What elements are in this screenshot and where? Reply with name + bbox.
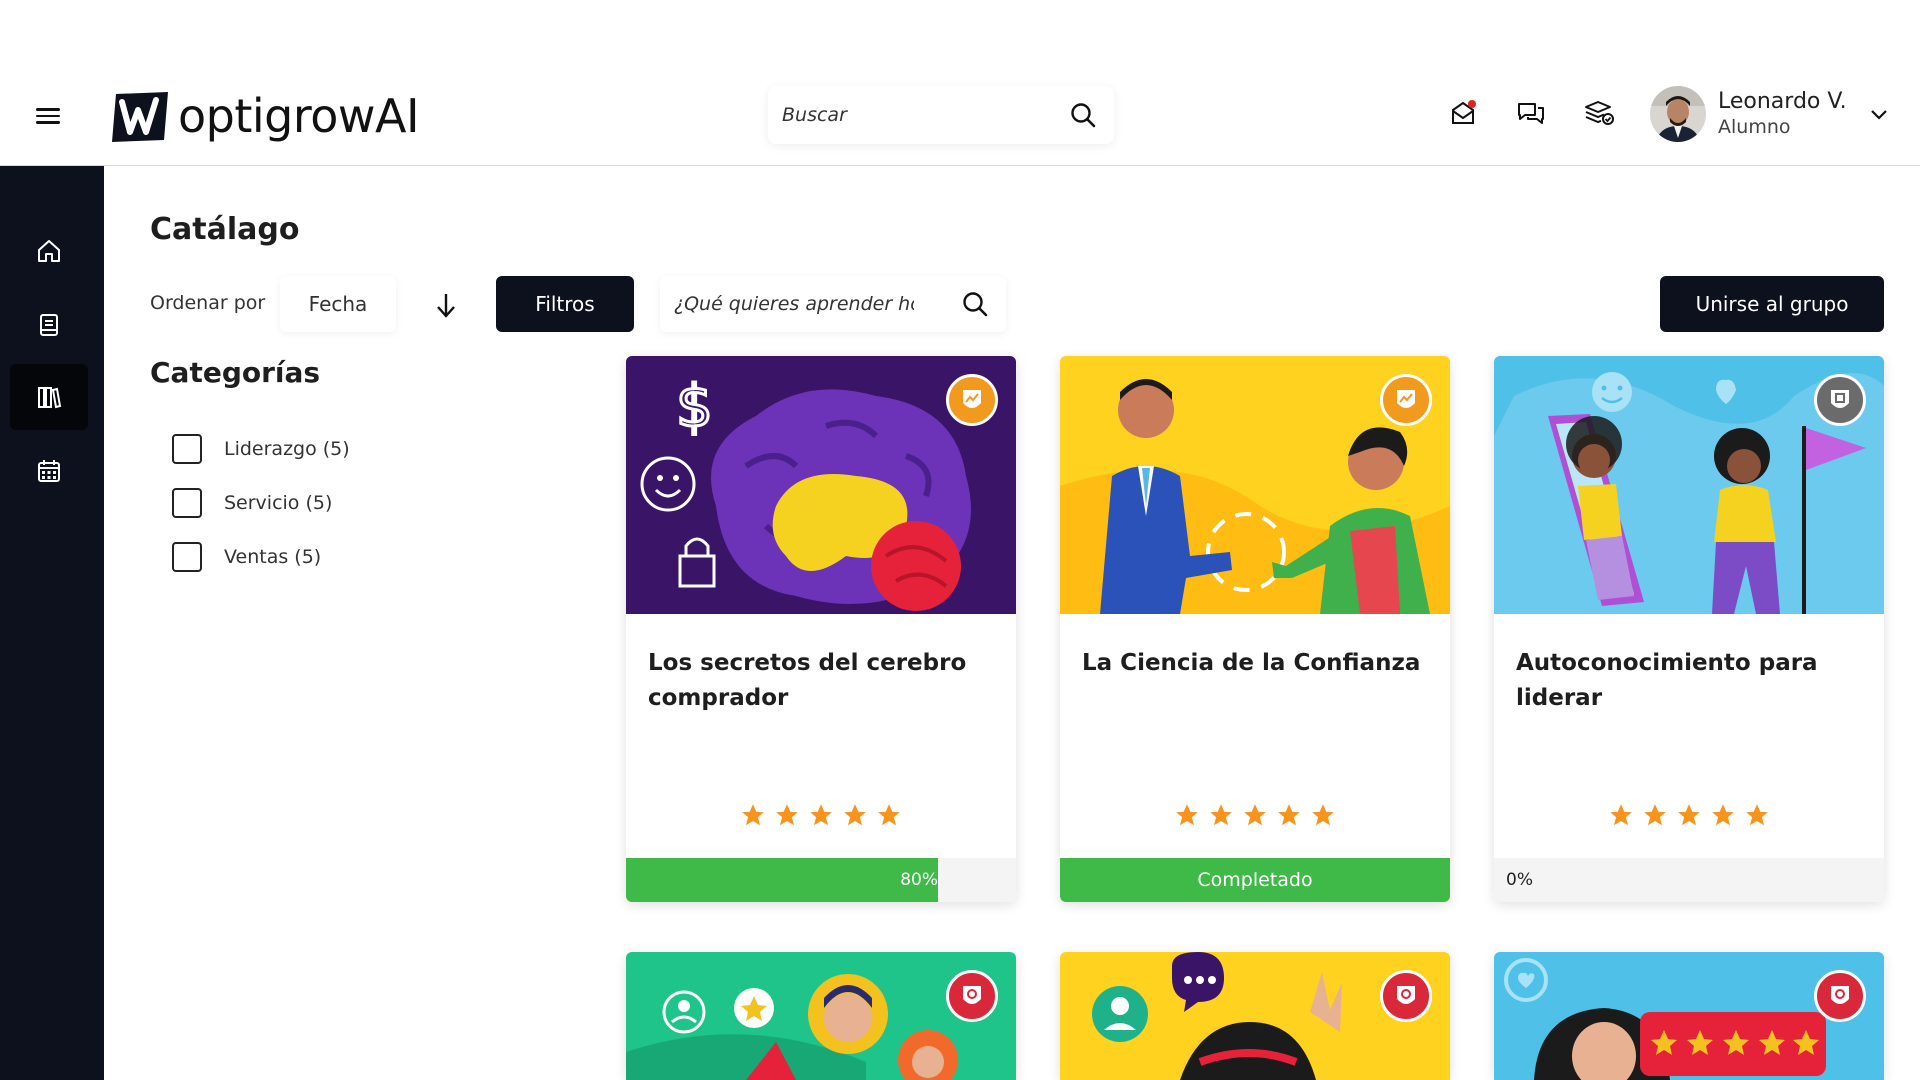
course-card[interactable]: Autoconocimiento para liderar 0% <box>1494 356 1884 902</box>
level-badge-icon <box>946 374 998 426</box>
sort-select[interactable]: Fecha <box>280 276 396 332</box>
logo[interactable]: optigrowAI <box>110 88 420 144</box>
progress-label: 80% <box>900 870 938 890</box>
star-icon <box>878 804 900 826</box>
star-icon <box>776 804 798 826</box>
global-search-input[interactable] <box>782 104 1066 126</box>
user-name: Leonardo V. <box>1718 89 1847 115</box>
search-icon[interactable] <box>958 287 992 321</box>
user-role: Alumno <box>1718 115 1791 138</box>
level-badge-icon <box>1814 374 1866 426</box>
course-card[interactable] <box>626 952 1016 1080</box>
category-item[interactable]: Ventas (5) <box>172 530 350 584</box>
level-badge-icon <box>1380 970 1432 1022</box>
sidebar-item-courses[interactable] <box>10 292 88 358</box>
course-thumbnail <box>1494 952 1884 1080</box>
star-icon <box>1176 804 1198 826</box>
avatar <box>1650 86 1706 142</box>
course-rating <box>1494 802 1884 828</box>
course-thumbnail: $ <box>626 356 1016 614</box>
search-icon[interactable] <box>1066 98 1100 132</box>
level-badge-icon <box>946 970 998 1022</box>
category-checkbox[interactable] <box>172 542 202 572</box>
course-progress-bar: 80% <box>626 858 1016 902</box>
category-item[interactable]: Liderazgo (5) <box>172 422 350 476</box>
user-menu[interactable]: Leonardo V. Alumno <box>1650 86 1889 142</box>
star-icon <box>844 804 866 826</box>
categories-title: Categorías <box>150 356 321 389</box>
star-icon <box>1712 804 1734 826</box>
svg-text:$: $ <box>676 372 713 440</box>
progress-label: Completado <box>1197 869 1313 891</box>
book-icon <box>40 314 58 336</box>
chevron-down-icon[interactable] <box>1869 107 1889 121</box>
arrow-down-icon <box>437 294 455 318</box>
home-icon <box>38 240 60 262</box>
category-label: Servicio (5) <box>224 492 333 514</box>
courses-stack-icon[interactable] <box>1582 96 1616 130</box>
categories-list: Liderazgo (5) Servicio (5) Ventas (5) <box>172 422 350 584</box>
star-icon <box>1210 804 1232 826</box>
course-progress-bar: Completado <box>1060 858 1450 902</box>
star-icon <box>1678 804 1700 826</box>
sidebar <box>0 166 104 1080</box>
course-title: Los secretos del cerebro comprador <box>648 650 967 711</box>
calendar-icon <box>38 460 60 482</box>
sort-direction-button[interactable] <box>420 284 472 326</box>
category-checkbox[interactable] <box>172 488 202 518</box>
star-icon <box>810 804 832 826</box>
level-badge-icon <box>1380 374 1432 426</box>
join-group-button[interactable]: Unirse al grupo <box>1660 276 1884 332</box>
progress-label: 0% <box>1506 870 1533 890</box>
course-card[interactable]: La Ciencia de la Confianza Completado <box>1060 356 1450 902</box>
mail-notification-icon[interactable] <box>1446 96 1480 130</box>
menu-icon[interactable] <box>36 104 60 128</box>
sidebar-item-calendar[interactable] <box>10 438 88 504</box>
logo-mark-icon <box>112 92 168 142</box>
course-thumbnail <box>1060 356 1450 614</box>
sidebar-item-library[interactable] <box>10 364 88 430</box>
course-rating <box>1060 802 1450 828</box>
star-icon <box>742 804 764 826</box>
course-title: La Ciencia de la Confianza <box>1082 650 1421 676</box>
chat-icon[interactable] <box>1514 96 1548 130</box>
star-icon <box>1312 804 1334 826</box>
course-thumbnail <box>626 952 1016 1080</box>
category-label: Liderazgo (5) <box>224 438 350 460</box>
course-card[interactable]: $ Los secretos del cerebro comprador 80% <box>626 356 1016 902</box>
star-icon <box>1610 804 1632 826</box>
library-icon <box>38 387 62 409</box>
course-search-input[interactable] <box>674 293 914 315</box>
filters-button[interactable]: Filtros <box>496 276 634 332</box>
course-card[interactable] <box>1060 952 1450 1080</box>
page-title: Catálago <box>150 212 300 247</box>
course-search <box>660 276 1006 332</box>
star-icon <box>1644 804 1666 826</box>
star-icon <box>1746 804 1768 826</box>
course-thumbnail <box>1060 952 1450 1080</box>
star-icon <box>1278 804 1300 826</box>
logo-text: optigrowAI <box>178 89 420 143</box>
top-header: optigrowAI Leonardo V. Alumno <box>0 0 1920 166</box>
global-search <box>768 86 1114 144</box>
course-card[interactable] <box>1494 952 1884 1080</box>
sidebar-item-home[interactable] <box>10 218 88 284</box>
sort-label: Ordenar por <box>150 292 266 314</box>
level-badge-icon <box>1814 970 1866 1022</box>
category-label: Ventas (5) <box>224 546 322 568</box>
category-item[interactable]: Servicio (5) <box>172 476 350 530</box>
course-title: Autoconocimiento para liderar <box>1516 650 1818 711</box>
star-icon <box>1244 804 1266 826</box>
course-thumbnail <box>1494 356 1884 614</box>
course-rating <box>626 802 1016 828</box>
course-progress-bar: 0% <box>1494 858 1884 902</box>
category-checkbox[interactable] <box>172 434 202 464</box>
